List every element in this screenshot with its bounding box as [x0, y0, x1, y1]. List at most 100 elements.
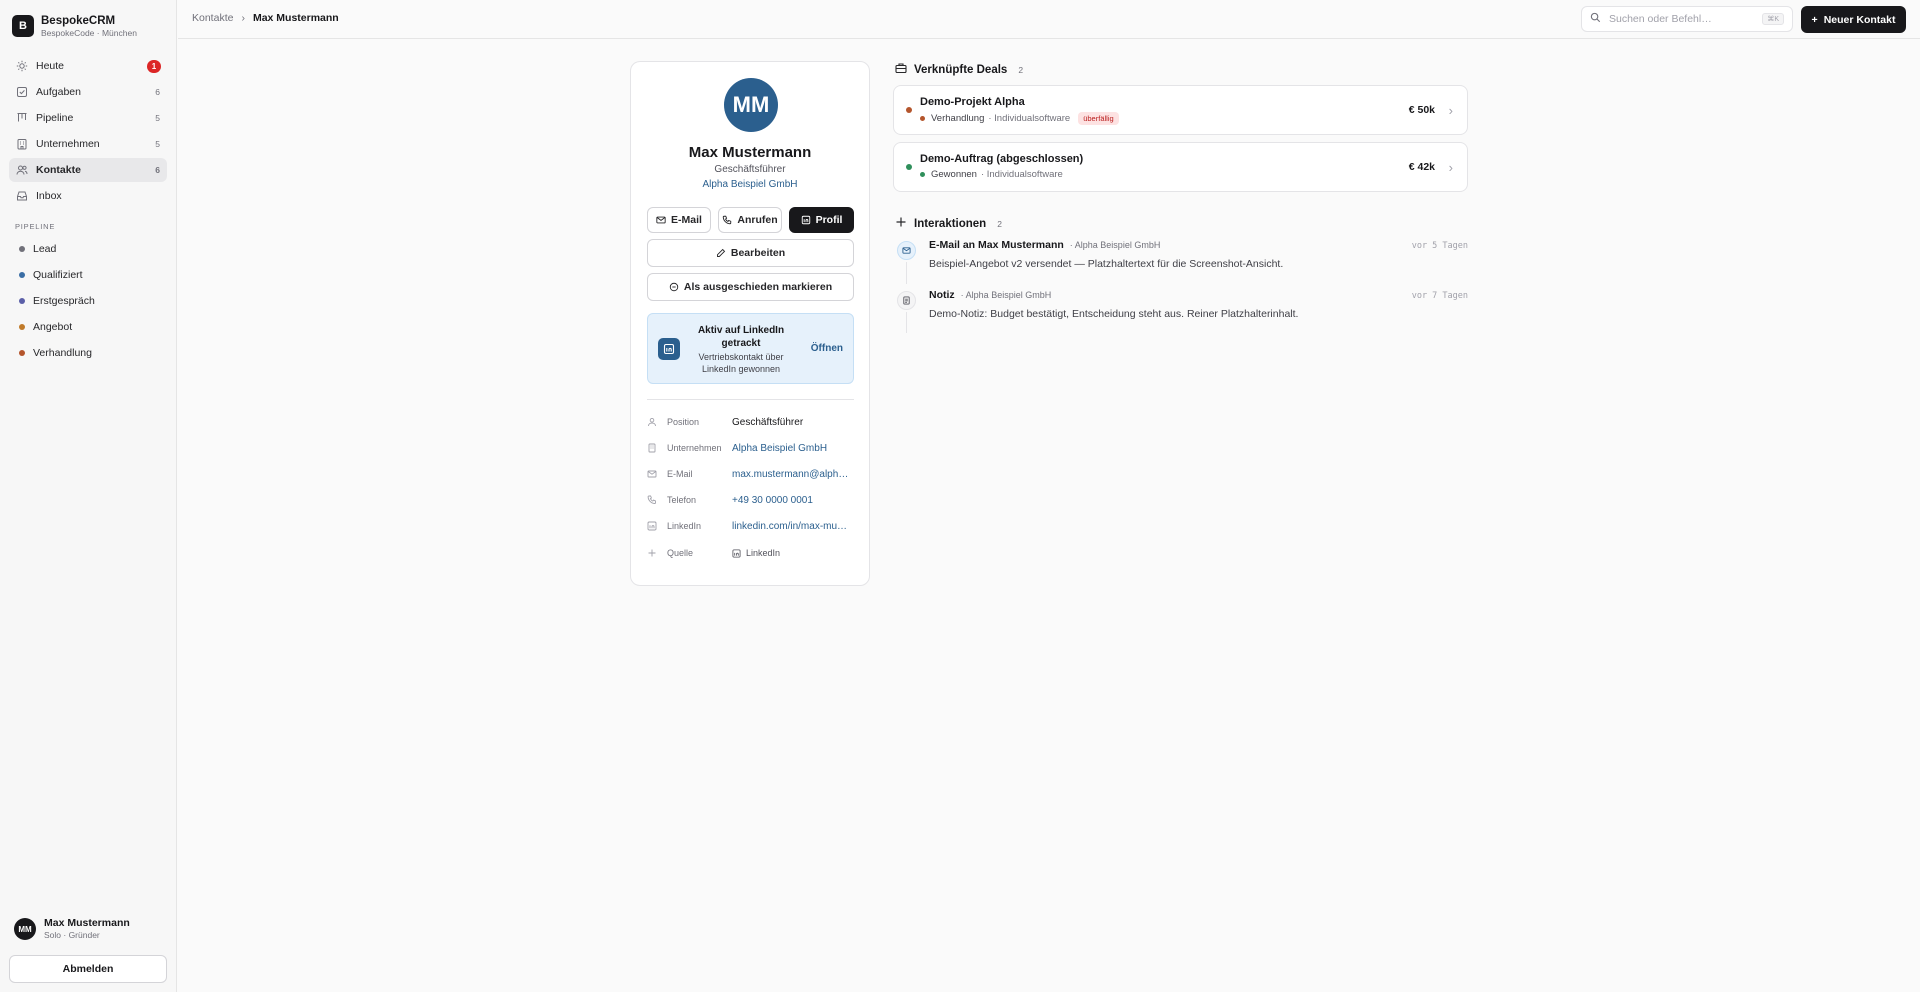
interactions-section-title: Interaktionen 2 [895, 216, 1002, 231]
linkedin-icon [658, 338, 680, 360]
nav-count: 6 [155, 165, 160, 175]
phone-icon [647, 495, 657, 505]
deal-meta: Verhandlung · Individualsoftware überfäl… [920, 112, 1119, 125]
field-phone: Telefon +49 30 0000 0001 [647, 490, 854, 510]
stage-label: Qualifiziert [33, 269, 83, 281]
person-icon [647, 417, 657, 427]
deal-type: · Individualsoftware [988, 113, 1071, 124]
field-linkedin: LinkedIn linkedin.com/in/max-mu… [647, 516, 854, 536]
field-label: LinkedIn [667, 521, 702, 531]
email-link[interactable]: max.mustermann@alpha… [732, 469, 852, 480]
stage-dot [19, 246, 25, 252]
deals-section-title: Verknüpfte Deals 2 [895, 62, 1023, 77]
interactions-title: Interaktionen [914, 217, 987, 230]
field-company: Unternehmen Alpha Beispiel GmbH [647, 438, 854, 458]
nav-item-aufgaben[interactable]: Aufgaben 6 [9, 80, 167, 104]
overdue-badge: überfällig [1078, 112, 1119, 125]
interaction-company: · Alpha Beispiel GmbH [960, 290, 1052, 300]
interaction-body: Beispiel-Angebot v2 versendet — Platzhal… [929, 258, 1284, 270]
pipeline-stage-erstgespraech[interactable]: Erstgespräch [9, 288, 167, 314]
interaction-time: vor 5 Tagen [1411, 241, 1468, 251]
deal-stage: Gewonnen [931, 169, 977, 180]
edit-button[interactable]: Bearbeiten [647, 239, 854, 267]
pipeline-stage-qualifiziert[interactable]: Qualifiziert [9, 262, 167, 288]
interaction-time: vor 7 Tagen [1411, 291, 1468, 301]
note-icon [897, 291, 916, 310]
pipeline-stage-angebot[interactable]: Angebot [9, 314, 167, 340]
stage-dot [19, 298, 25, 304]
nav-item-kontakte[interactable]: Kontakte 6 [9, 158, 167, 182]
users-icon [16, 164, 28, 176]
pipeline-stage-lead[interactable]: Lead [9, 236, 167, 262]
circle-slash-icon [669, 282, 679, 292]
edit-button-label: Bearbeiten [730, 247, 786, 259]
deal-status-dot [906, 107, 912, 113]
nav-item-unternehmen[interactable]: Unternehmen 5 [9, 132, 167, 156]
brand-subtitle: BespokeCode · München [41, 28, 137, 38]
nav-item-inbox[interactable]: Inbox [9, 184, 167, 208]
interaction-company: · Alpha Beispiel GmbH [1069, 240, 1161, 250]
stage-label: Lead [33, 243, 57, 255]
logout-button[interactable]: Abmelden [9, 955, 167, 983]
stage-label: Angebot [33, 321, 73, 333]
stage-label: Verhandlung [33, 347, 92, 359]
sidebar: B BespokeCRM BespokeCode · München Heute… [0, 0, 177, 992]
deal-card[interactable]: Demo-Projekt Alpha Verhandlung · Individ… [893, 85, 1468, 135]
brand[interactable]: B BespokeCRM BespokeCode · München [12, 14, 137, 38]
keyboard-shortcut: ⌘K [1762, 13, 1784, 25]
new-contact-button[interactable]: + Neuer Kontakt [1801, 6, 1906, 33]
timeline-line [906, 262, 907, 284]
briefcase-icon [895, 62, 907, 77]
mail-icon [656, 216, 666, 224]
interaction-title[interactable]: E-Mail an Max Mustermann [929, 239, 1064, 251]
phone-link[interactable]: +49 30 0000 0001 [732, 495, 852, 506]
deal-card[interactable]: Demo-Auftrag (abgeschlossen) Gewonnen · … [893, 142, 1468, 192]
interaction-header: E-Mail an Max Mustermann · Alpha Beispie… [929, 239, 1160, 251]
email-button[interactable]: E-Mail [647, 207, 711, 233]
interaction-title[interactable]: Notiz [929, 289, 955, 301]
linkedin-open-link[interactable]: Öffnen [811, 343, 843, 354]
notification-badge: 1 [147, 59, 161, 73]
building-icon [16, 138, 28, 150]
deals-title: Verknüpfte Deals [914, 63, 1008, 76]
search-input[interactable]: Suchen oder Befehl… ⌘K [1581, 6, 1793, 32]
nav-label: Heute [36, 60, 65, 72]
field-label: Position [667, 417, 700, 427]
plus-icon: + [1811, 13, 1818, 26]
nav-item-pipeline[interactable]: Pipeline 5 [9, 106, 167, 130]
timeline-line [906, 312, 907, 333]
nav-label: Pipeline [36, 112, 74, 124]
breadcrumb-current: Max Mustermann [252, 12, 339, 24]
search-icon [1590, 12, 1601, 26]
interaction-body: Demo-Notiz: Budget bestätigt, Entscheidu… [929, 308, 1299, 320]
field-value: Geschäftsführer [732, 416, 804, 428]
phone-icon [723, 215, 732, 225]
pencil-icon [716, 248, 726, 257]
nav-item-heute[interactable]: Heute 1 [9, 54, 167, 78]
breadcrumb-parent[interactable]: Kontakte [192, 12, 233, 24]
mark-retired-button[interactable]: Als ausgeschieden markieren [647, 273, 854, 301]
source-label: LinkedIn [746, 548, 781, 558]
call-button[interactable]: Anrufen [718, 207, 782, 233]
sun-icon [16, 60, 28, 72]
brand-name: BespokeCRM [41, 15, 116, 27]
company-link[interactable]: Alpha Beispiel GmbH [732, 443, 852, 454]
linkedin-card-description: Vertriebskontakt über LinkedIn gewonnen [698, 352, 784, 374]
deal-type: · Individualsoftware [980, 169, 1063, 180]
current-user[interactable]: MM Max Mustermann Solo · Gründer [14, 917, 130, 941]
plus-icon [895, 216, 907, 231]
field-label: Unternehmen [667, 443, 722, 453]
linkedin-icon [647, 521, 657, 531]
field-label: Telefon [667, 495, 697, 505]
nav-count: 5 [155, 139, 160, 149]
divider [647, 399, 854, 400]
linkedin-icon [732, 548, 741, 558]
profile-button[interactable]: Profil [789, 207, 854, 233]
contact-company-link[interactable]: Alpha Beispiel GmbH [631, 179, 869, 190]
linkedin-link[interactable]: linkedin.com/in/max-mu… [732, 521, 852, 532]
linkedin-tracking-card: Aktiv auf LinkedIn getrackt Vertriebskon… [647, 313, 854, 384]
deal-meta: Gewonnen · Individualsoftware [920, 169, 1063, 180]
pipeline-stage-verhandlung[interactable]: Verhandlung [9, 340, 167, 366]
mark-retired-label: Als ausgeschieden markieren [683, 281, 833, 293]
building-icon [647, 443, 657, 453]
